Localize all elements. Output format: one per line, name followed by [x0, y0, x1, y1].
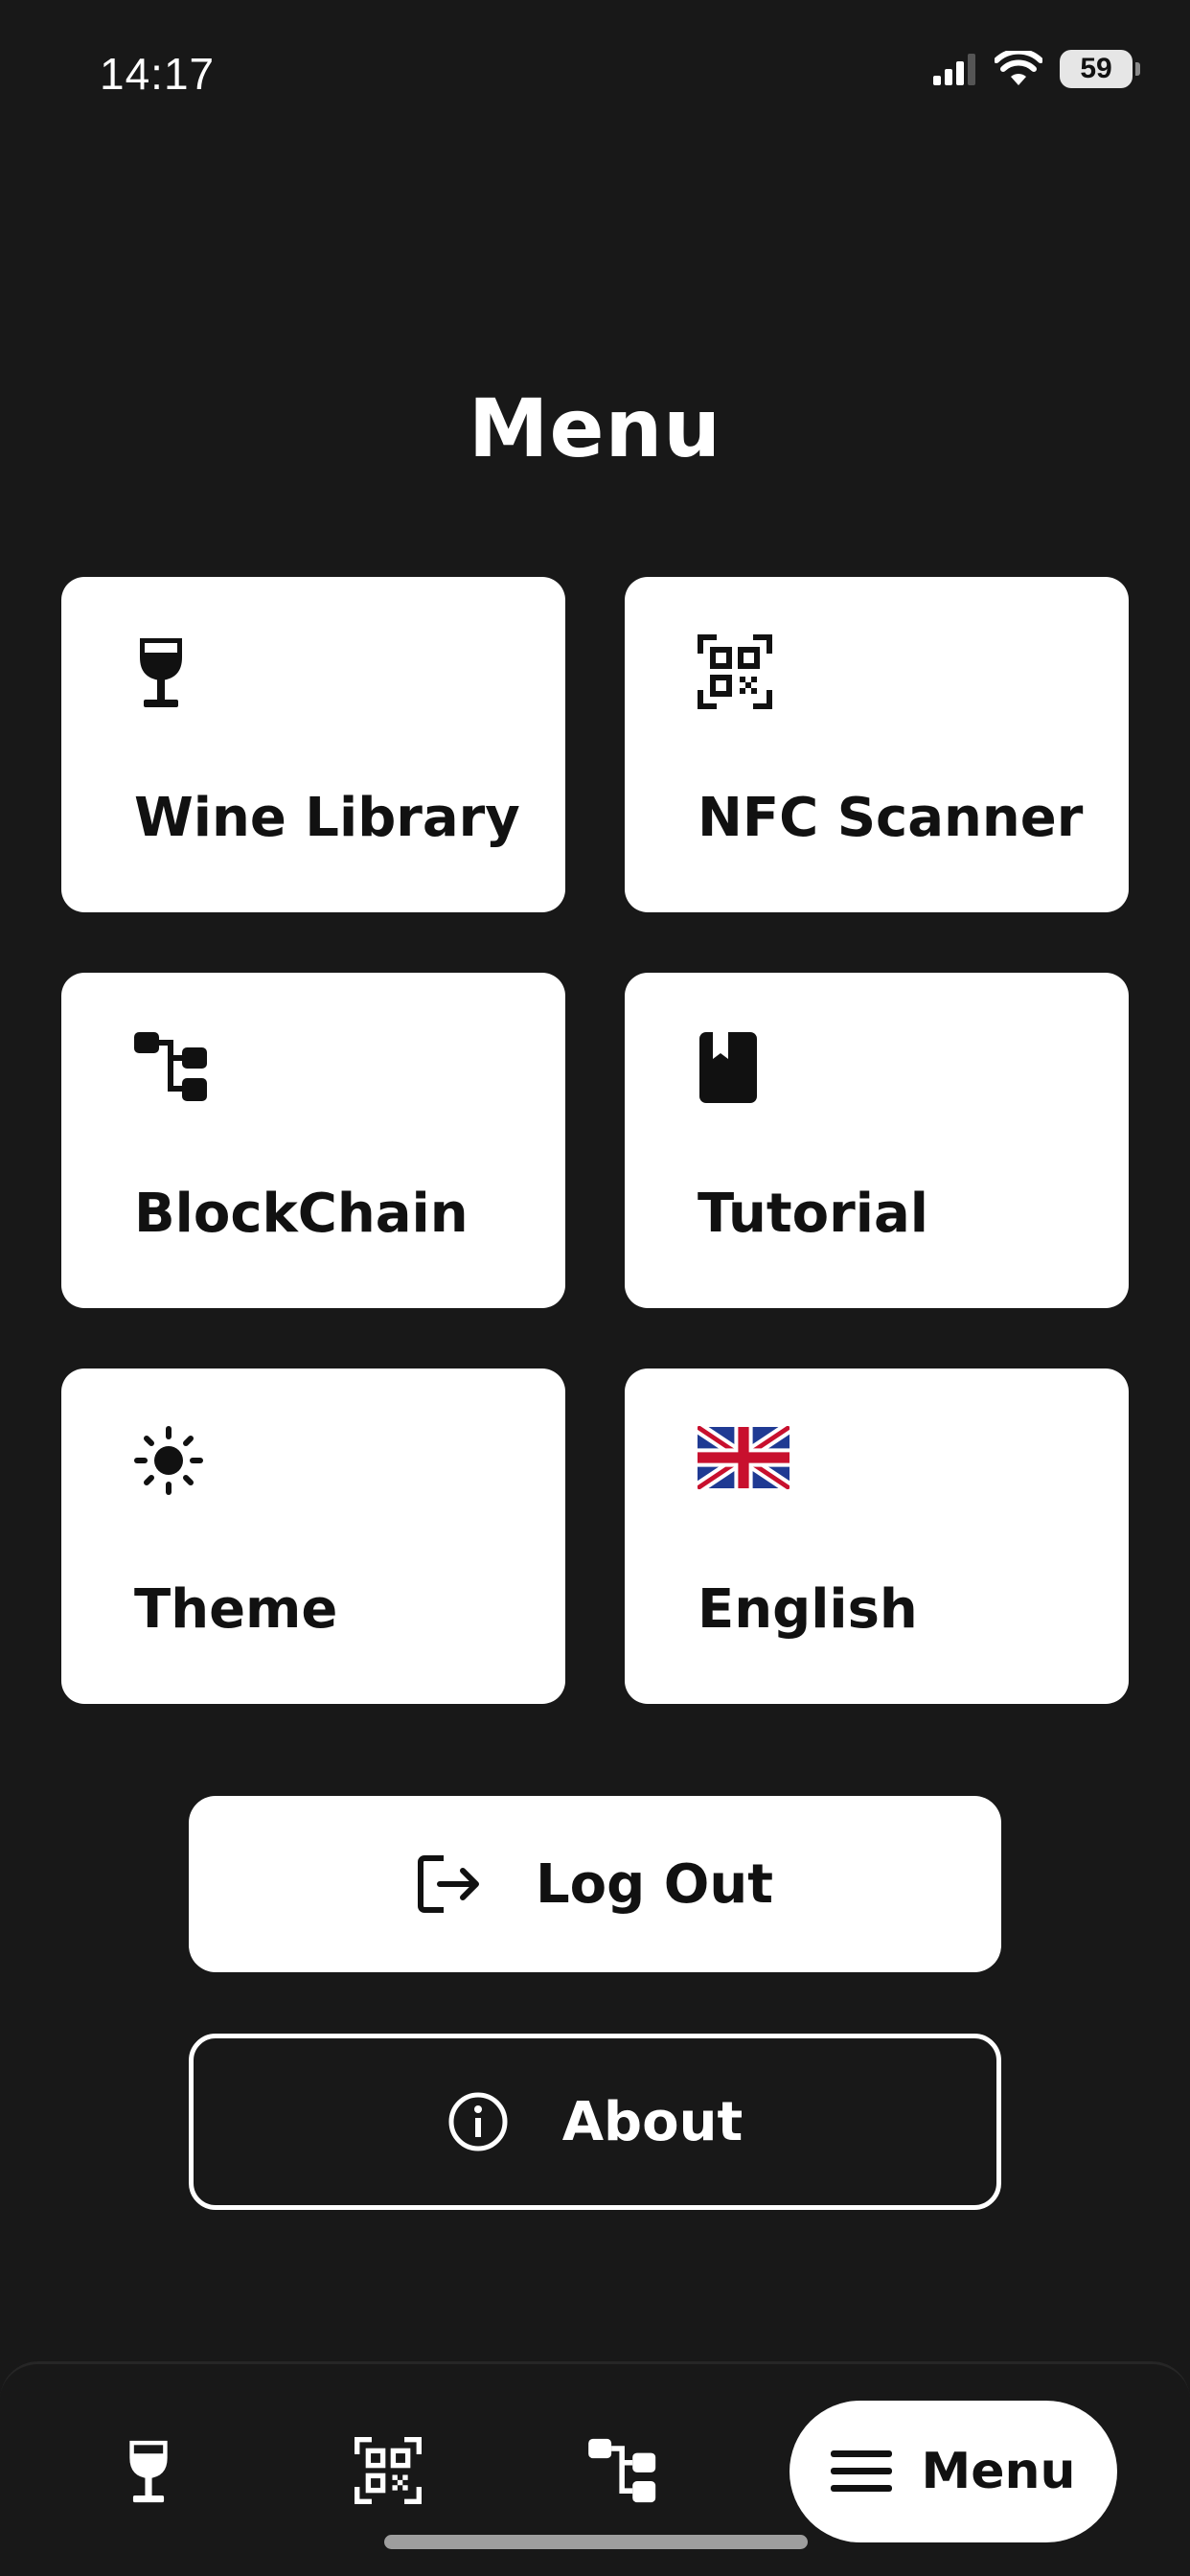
tutorial-label: Tutorial — [698, 1183, 928, 1245]
about-button[interactable]: About — [189, 2034, 1001, 2210]
signal-icon — [933, 54, 975, 85]
wine-library-card[interactable]: Wine Library — [61, 577, 565, 912]
nav-wine-glass-icon[interactable] — [125, 2437, 172, 2506]
battery-indicator: 59 — [1060, 50, 1140, 88]
uk-flag-icon — [698, 1426, 790, 1489]
tutorial-card[interactable]: Tutorial — [625, 973, 1129, 1308]
wifi-icon — [995, 51, 1042, 85]
nav-blockchain-icon[interactable] — [588, 2437, 659, 2504]
qr-scan-icon — [698, 634, 772, 709]
blockchain-card[interactable]: BlockChain — [61, 973, 565, 1308]
info-icon — [448, 2092, 508, 2151]
nav-menu-button[interactable]: Menu — [790, 2401, 1117, 2542]
hamburger-icon — [831, 2450, 893, 2492]
language-label: English — [698, 1578, 918, 1641]
status-indicators: 59 — [933, 50, 1140, 88]
theme-label: Theme — [134, 1578, 338, 1641]
status-time: 14:17 — [100, 49, 216, 99]
nfc-scanner-label: NFC Scanner — [698, 787, 1084, 849]
menu-screen: 14:17 59 Menu Wine Library NFC Scanner B… — [0, 0, 1190, 2576]
blockchain-label: BlockChain — [134, 1183, 469, 1245]
language-card[interactable]: English — [625, 1368, 1129, 1704]
about-label: About — [561, 2090, 744, 2153]
home-indicator[interactable] — [384, 2535, 808, 2549]
wine-glass-icon — [140, 638, 182, 707]
logout-icon — [418, 1855, 479, 1913]
nfc-scanner-card[interactable]: NFC Scanner — [625, 577, 1129, 912]
blockchain-icon — [134, 1032, 207, 1101]
wine-library-label: Wine Library — [134, 787, 520, 849]
logout-label: Log Out — [536, 1852, 773, 1916]
bookmark-book-icon — [699, 1032, 757, 1103]
theme-card[interactable]: Theme — [61, 1368, 565, 1704]
nav-menu-label: Menu — [921, 2443, 1076, 2500]
sun-icon — [134, 1426, 203, 1495]
nav-qr-scan-icon[interactable] — [355, 2437, 422, 2504]
page-title: Menu — [468, 381, 722, 475]
logout-button[interactable]: Log Out — [189, 1796, 1001, 1972]
